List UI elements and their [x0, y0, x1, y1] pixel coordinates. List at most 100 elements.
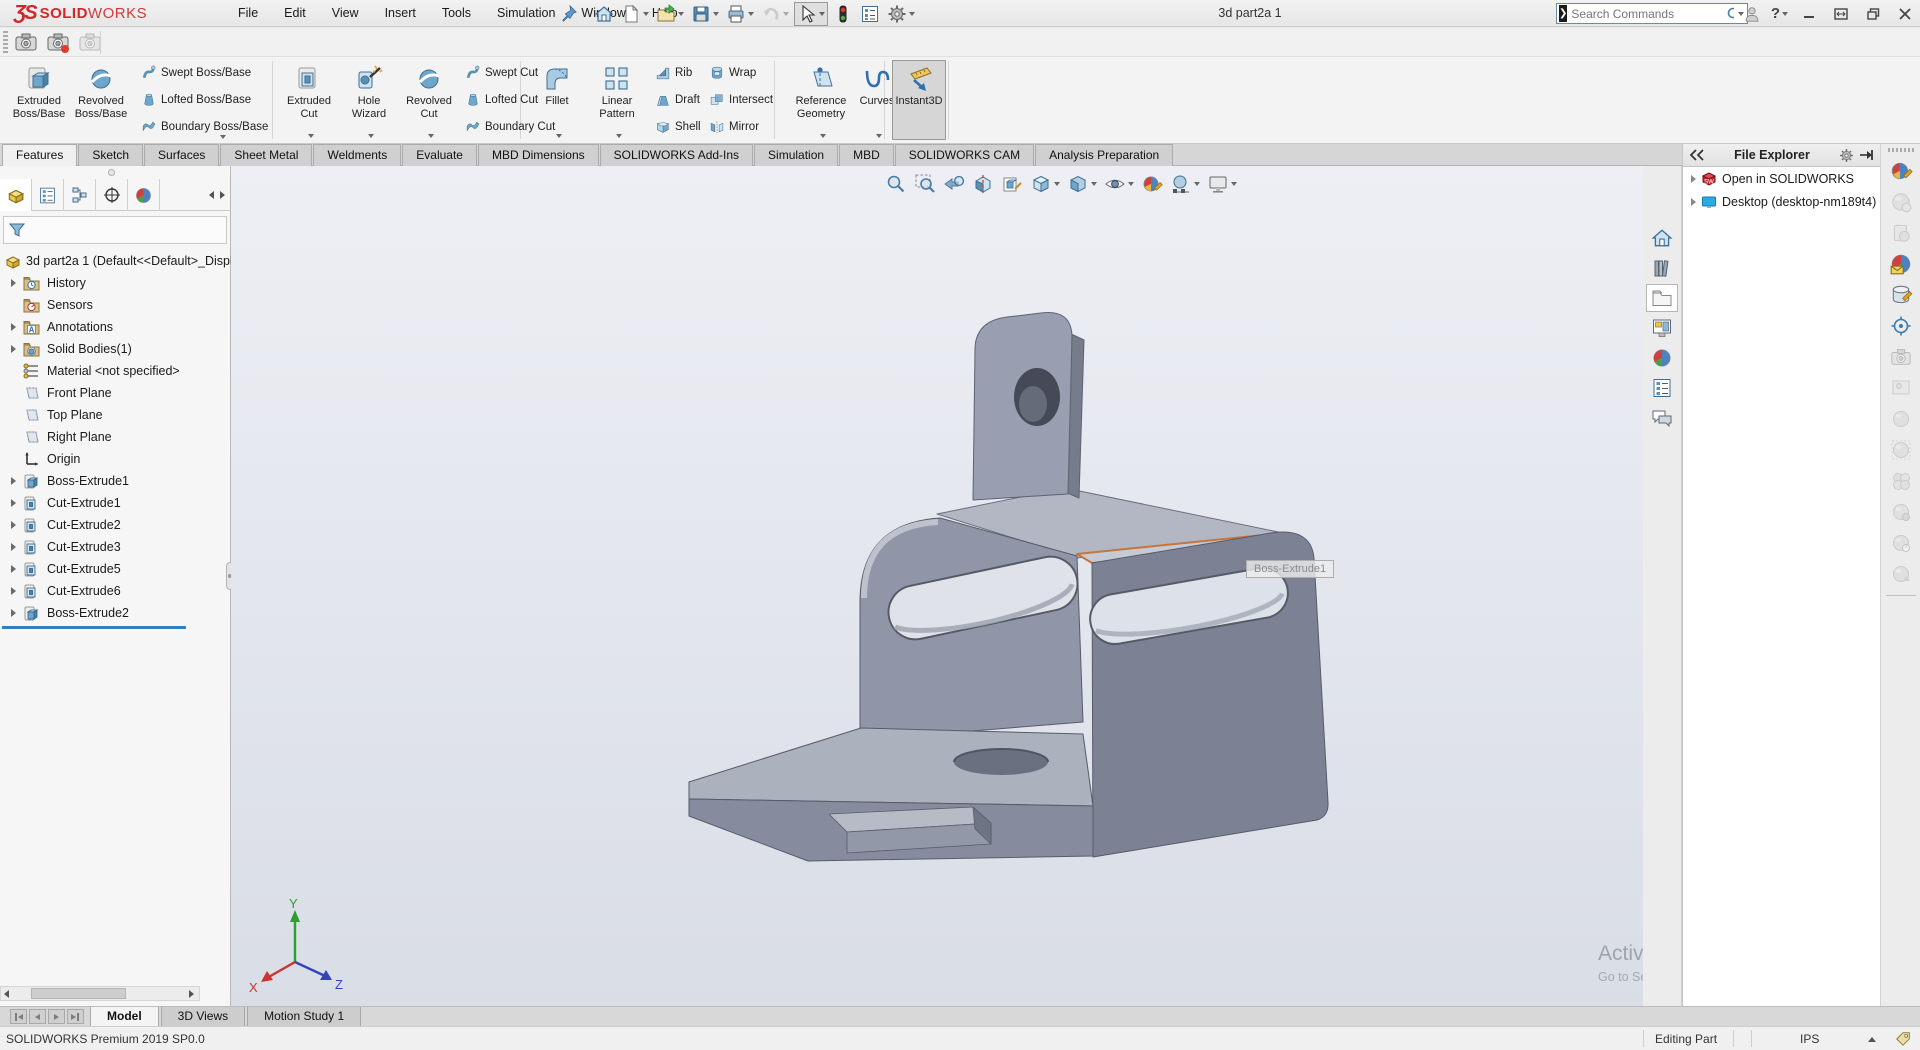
tab-featuremanager-design-tree[interactable]	[0, 179, 32, 211]
file-explorer-tab[interactable]	[1646, 284, 1678, 312]
swept-boss-base-button[interactable]: Swept Boss/Base	[138, 62, 254, 84]
revolved-cut-button[interactable]: RevolvedCut	[400, 60, 458, 140]
fillet-button[interactable]: Fillet	[528, 60, 586, 140]
tree-item-cut-extrude3[interactable]: Cut-Extrude3	[0, 536, 231, 558]
tab-analysis-preparation[interactable]: Analysis Preparation	[1035, 144, 1173, 166]
menu-file[interactable]: File	[225, 0, 271, 27]
dropdown-caret-icon[interactable]	[819, 12, 825, 16]
scrollbar-thumb[interactable]	[31, 988, 126, 999]
tree-item-right-plane[interactable]: Right Plane	[0, 426, 231, 448]
extruded-boss-base-button[interactable]: ExtrudedBoss/Base	[10, 60, 68, 140]
file-explorer-item-desktop[interactable]: Desktop (desktop-nm189t4)	[1683, 190, 1880, 213]
tab-surfaces[interactable]: Surfaces	[144, 144, 219, 166]
restore-window-button[interactable]	[1862, 4, 1884, 24]
tree-horizontal-scrollbar[interactable]	[0, 986, 200, 1001]
design-library-tab[interactable]	[1646, 254, 1678, 282]
expander-icon[interactable]	[11, 499, 16, 507]
scroll-tabs-left-icon[interactable]	[209, 191, 214, 199]
pin-panel-icon[interactable]	[1859, 149, 1874, 161]
revolved-boss-base-button[interactable]: RevolvedBoss/Base	[72, 60, 130, 140]
tree-item-boss-extrude1[interactable]: Boss-Extrude1	[0, 470, 231, 492]
tab-evaluate[interactable]: Evaluate	[402, 144, 477, 166]
expander-icon[interactable]	[11, 279, 16, 287]
panel-splitter-dot[interactable]	[108, 169, 115, 176]
tab-solidworks-cam[interactable]: SOLIDWORKS CAM	[895, 144, 1034, 166]
dropdown-caret-icon[interactable]	[678, 12, 684, 16]
user-account-icon[interactable]	[1743, 5, 1761, 23]
dropdown-caret-icon[interactable]	[713, 12, 719, 16]
dropdown-caret-icon[interactable]	[616, 134, 622, 138]
solidworks-forum-tab[interactable]	[1646, 404, 1678, 432]
dropdown-caret-icon[interactable]	[556, 134, 562, 138]
edit-appearance-icon[interactable]	[1888, 158, 1914, 184]
dropdown-caret-icon[interactable]	[428, 134, 434, 138]
tree-item-material[interactable]: Material <not specified>	[0, 360, 231, 382]
print-button[interactable]	[724, 2, 756, 26]
graphics-viewport[interactable]: Boss-Extrude1 Y X Z	[231, 166, 1643, 1006]
tab-sheet-metal[interactable]: Sheet Metal	[220, 144, 312, 166]
tree-item-cut-extrude1[interactable]: Cut-Extrude1	[0, 492, 231, 514]
dropdown-caret-icon[interactable]	[748, 12, 754, 16]
expander-icon[interactable]	[11, 323, 16, 331]
tree-item-history[interactable]: History	[0, 272, 231, 294]
shell-button[interactable]: Shell	[652, 116, 704, 138]
toolbar-grip[interactable]	[1888, 148, 1914, 152]
expander-icon[interactable]	[11, 543, 16, 551]
tab-solidworks-add-ins[interactable]: SOLIDWORKS Add-Ins	[600, 144, 753, 166]
record-video-icon[interactable]	[46, 30, 70, 54]
search-input[interactable]	[1571, 7, 1726, 21]
tab-mbd[interactable]: MBD	[839, 144, 894, 166]
expander-icon[interactable]	[1691, 198, 1696, 206]
dropdown-caret-icon[interactable]	[368, 134, 374, 138]
hole-wizard-button[interactable]: HoleWizard	[340, 60, 398, 140]
dropdown-caret-icon[interactable]	[909, 12, 915, 16]
boundary-boss-base-button[interactable]: Boundary Boss/Base	[138, 116, 271, 138]
edit-scene-icon[interactable]	[1888, 251, 1914, 277]
tab-weldments[interactable]: Weldments	[313, 144, 401, 166]
open-button[interactable]	[654, 2, 686, 26]
save-button[interactable]	[689, 2, 721, 26]
home-button[interactable]	[592, 2, 616, 26]
expander-icon[interactable]	[11, 477, 16, 485]
scroll-left-icon[interactable]	[4, 990, 9, 998]
menu-edit[interactable]: Edit	[271, 0, 319, 27]
lofted-boss-base-button[interactable]: Lofted Boss/Base	[138, 89, 254, 111]
tree-item-origin[interactable]: Origin	[0, 448, 231, 470]
rib-button[interactable]: Rib	[652, 62, 695, 84]
select-tool-button[interactable]	[794, 2, 828, 26]
dropdown-caret-icon[interactable]	[220, 135, 226, 139]
linear-pattern-button[interactable]: LinearPattern	[588, 60, 646, 140]
expander-icon[interactable]	[11, 565, 16, 573]
expander-icon[interactable]	[1691, 175, 1696, 183]
scroll-right-icon[interactable]	[189, 990, 194, 998]
tree-item-cut-extrude6[interactable]: Cut-Extrude6	[0, 580, 231, 602]
file-explorer-item-open-in-solidworks[interactable]: Open in SOLIDWORKS	[1683, 167, 1880, 190]
tab-motion-study-1[interactable]: Motion Study 1	[247, 1007, 361, 1027]
wrap-button[interactable]: Wrap	[706, 62, 759, 84]
instant3d-button[interactable]: Instant3D	[892, 60, 946, 140]
tree-item-boss-extrude2[interactable]: Boss-Extrude2	[0, 602, 231, 624]
menu-simulation[interactable]: Simulation	[484, 0, 568, 27]
pick-target-icon[interactable]	[1888, 313, 1914, 339]
intersect-button[interactable]: Intersect	[706, 89, 776, 111]
open-material-database-icon[interactable]	[1888, 282, 1914, 308]
tree-item-solid-bodies[interactable]: Solid Bodies(1)	[0, 338, 231, 360]
tab-3d-views[interactable]: 3D Views	[161, 1007, 245, 1027]
tree-root-part[interactable]: 3d part2a 1 (Default<<Default>_Displ	[0, 250, 231, 272]
dropdown-caret-icon[interactable]	[643, 12, 649, 16]
custom-properties-tab[interactable]	[1646, 374, 1678, 402]
units-dropdown-caret-icon[interactable]	[1868, 1037, 1876, 1042]
appearances-scenes-tab[interactable]	[1646, 344, 1678, 372]
tab-configurationmanager[interactable]	[64, 179, 96, 211]
previous-tab-button[interactable]	[29, 1009, 46, 1024]
menu-tools[interactable]: Tools	[429, 0, 484, 27]
tab-propertymanager[interactable]	[32, 179, 64, 211]
toolbar-grip[interactable]	[3, 31, 8, 54]
tab-features[interactable]: Features	[2, 144, 77, 166]
status-unit-system[interactable]: IPS	[1800, 1032, 1819, 1046]
tab-simulation[interactable]: Simulation	[754, 144, 838, 166]
tab-model[interactable]: Model	[90, 1007, 159, 1027]
expander-icon[interactable]	[11, 609, 16, 617]
rollback-bar[interactable]	[2, 626, 186, 629]
tab-mbd-dimensions[interactable]: MBD Dimensions	[478, 144, 599, 166]
